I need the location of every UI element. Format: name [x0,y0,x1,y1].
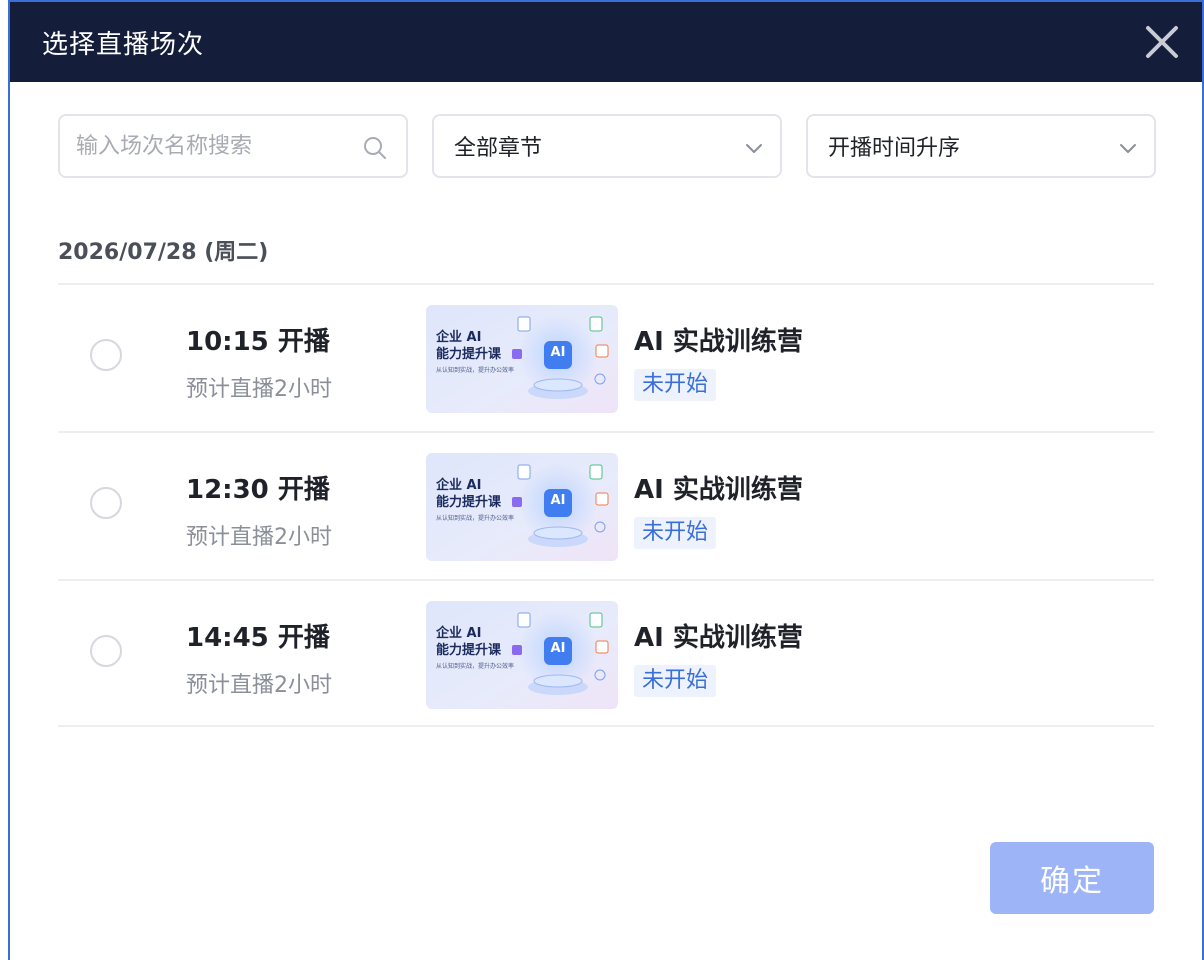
session-row[interactable]: 14:45 开播 预计直播2小时 企业 AI 能力提升课 从认知到实战，提升办公… [58,579,1154,727]
course-title: AI 实战训练营 [634,327,803,357]
search-icon[interactable] [362,135,388,161]
thumbnail-line2: 能力提升课 [436,347,502,362]
chapter-select[interactable]: 全部章节 [432,114,782,178]
session-select-dialog: 选择直播场次 全部章节 开播时间升序 [8,0,1204,960]
thumbnail-subtitle: 从认知到实战，提升办公效率 [436,515,515,522]
session-time: 12:30 开播 [186,475,330,505]
thumbnail-line2: 能力提升课 [436,643,502,658]
close-icon [1146,26,1178,58]
thumbnail-heading: 企业 AI 能力提升课 [436,625,501,659]
filter-bar: 全部章节 开播时间升序 [58,114,1156,178]
thumbnail-line1: 企业 AI [436,330,482,345]
search-box [58,114,408,178]
chevron-down-icon [746,144,762,153]
course-title: AI 实战训练营 [634,623,803,653]
thumbnail-heading: 企业 AI 能力提升课 [436,477,501,511]
status-badge: 未开始 [634,517,717,549]
status-badge: 未开始 [634,665,717,697]
session-time: 10:15 开播 [186,327,330,357]
status-badge: 未开始 [634,369,717,401]
thumbnail-line1: 企业 AI [436,626,482,641]
session-radio[interactable] [90,487,122,519]
dialog-title: 选择直播场次 [42,29,205,60]
session-radio[interactable] [90,339,122,371]
session-row[interactable]: 10:15 开播 预计直播2小时 企业 AI 能力提升课 从认知到实战，提升办公… [58,283,1154,431]
thumbnail-line2: 能力提升课 [436,495,502,510]
session-duration: 预计直播2小时 [186,673,332,698]
course-thumbnail: 企业 AI 能力提升课 从认知到实战，提升办公效率 AI [426,453,618,561]
ai-logo-icon: AI [550,641,566,656]
session-list: 10:15 开播 预计直播2小时 企业 AI 能力提升课 从认知到实战，提升办公… [58,283,1154,727]
session-row[interactable]: 12:30 开播 预计直播2小时 企业 AI 能力提升课 从认知到实战，提升办公… [58,431,1154,579]
course-thumbnail: 企业 AI 能力提升课 从认知到实战，提升办公效率 AI [426,305,618,413]
close-button[interactable] [1142,22,1182,62]
dialog-header: 选择直播场次 [10,0,1202,82]
thumbnail-line1: 企业 AI [436,478,482,493]
ai-logo-icon: AI [550,345,566,360]
date-group-label: 2026/07/28 (周二) [58,240,269,265]
ai-logo-icon: AI [550,493,566,508]
session-duration: 预计直播2小时 [186,377,332,402]
thumbnail-heading: 企业 AI 能力提升课 [436,329,501,363]
session-time: 14:45 开播 [186,623,330,653]
session-radio[interactable] [90,635,122,667]
search-input[interactable] [76,133,346,159]
confirm-button[interactable]: 确定 [990,842,1154,914]
thumbnail-subtitle: 从认知到实战，提升办公效率 [436,367,515,374]
course-thumbnail: 企业 AI 能力提升课 从认知到实战，提升办公效率 AI [426,601,618,709]
thumbnail-subtitle: 从认知到实战，提升办公效率 [436,663,515,670]
course-title: AI 实战训练营 [634,475,803,505]
sort-select[interactable]: 开播时间升序 [806,114,1156,178]
sort-select-value: 开播时间升序 [828,136,961,161]
chapter-select-value: 全部章节 [454,136,543,161]
session-duration: 预计直播2小时 [186,525,332,550]
chevron-down-icon [1120,144,1136,153]
